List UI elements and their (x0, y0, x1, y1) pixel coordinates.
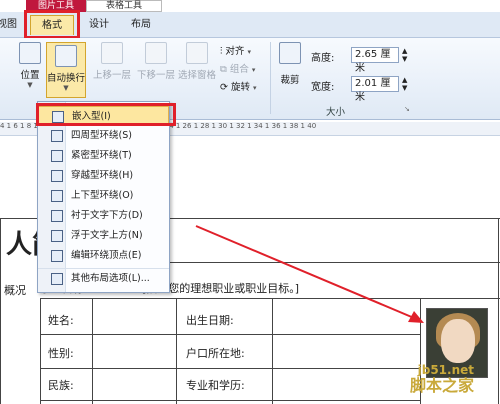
menu-item-square[interactable]: 四周型环绕(S) (38, 126, 169, 146)
menu-item-in-front[interactable]: 浮于文字上方(N) (38, 226, 169, 246)
menu-item-through[interactable]: 穿越型环绕(H) (38, 166, 169, 186)
annotation-arrow (195, 225, 415, 319)
menu-item-label: 浮于文字上方(N) (71, 230, 143, 241)
menu-item-top-bottom[interactable]: 上下型环绕(O) (38, 186, 169, 206)
menu-item-edit-points[interactable]: 编辑环绕顶点(E) (38, 246, 169, 266)
wrap-text-menu: 嵌入型(I) 四周型环绕(S) 紧密型环绕(T) 穿越型环绕(H) 上下型环绕(… (37, 101, 170, 293)
watermark: jb51.net 脚本之家 (410, 362, 474, 394)
menu-item-tight[interactable]: 紧密型环绕(T) (38, 146, 169, 166)
menu-item-label: 穿越型环绕(H) (71, 170, 134, 181)
more-layout-icon (51, 273, 63, 285)
menu-item-label: 编辑环绕顶点(E) (71, 250, 142, 261)
square-wrap-icon (51, 130, 63, 142)
behind-text-icon (51, 210, 63, 222)
watermark-line: 脚本之家 (410, 376, 475, 395)
menu-item-more-layout[interactable]: 其他布局选项(L)... (38, 268, 169, 288)
menu-item-behind-text[interactable]: 衬于文字下方(D) (38, 206, 169, 226)
through-wrap-icon (51, 170, 63, 182)
inline-item-highlight (36, 103, 176, 126)
in-front-text-icon (51, 230, 63, 242)
top-bottom-wrap-icon (51, 190, 63, 202)
tight-wrap-icon (51, 150, 63, 162)
menu-item-label: 上下型环绕(O) (71, 190, 134, 201)
menu-item-label: 其他布局选项(L)... (71, 273, 150, 284)
menu-item-label: 衬于文字下方(D) (71, 210, 143, 221)
menu-item-label: 四周型环绕(S) (71, 130, 132, 141)
edit-points-icon (51, 250, 63, 262)
menu-item-label: 紧密型环绕(T) (71, 150, 132, 161)
